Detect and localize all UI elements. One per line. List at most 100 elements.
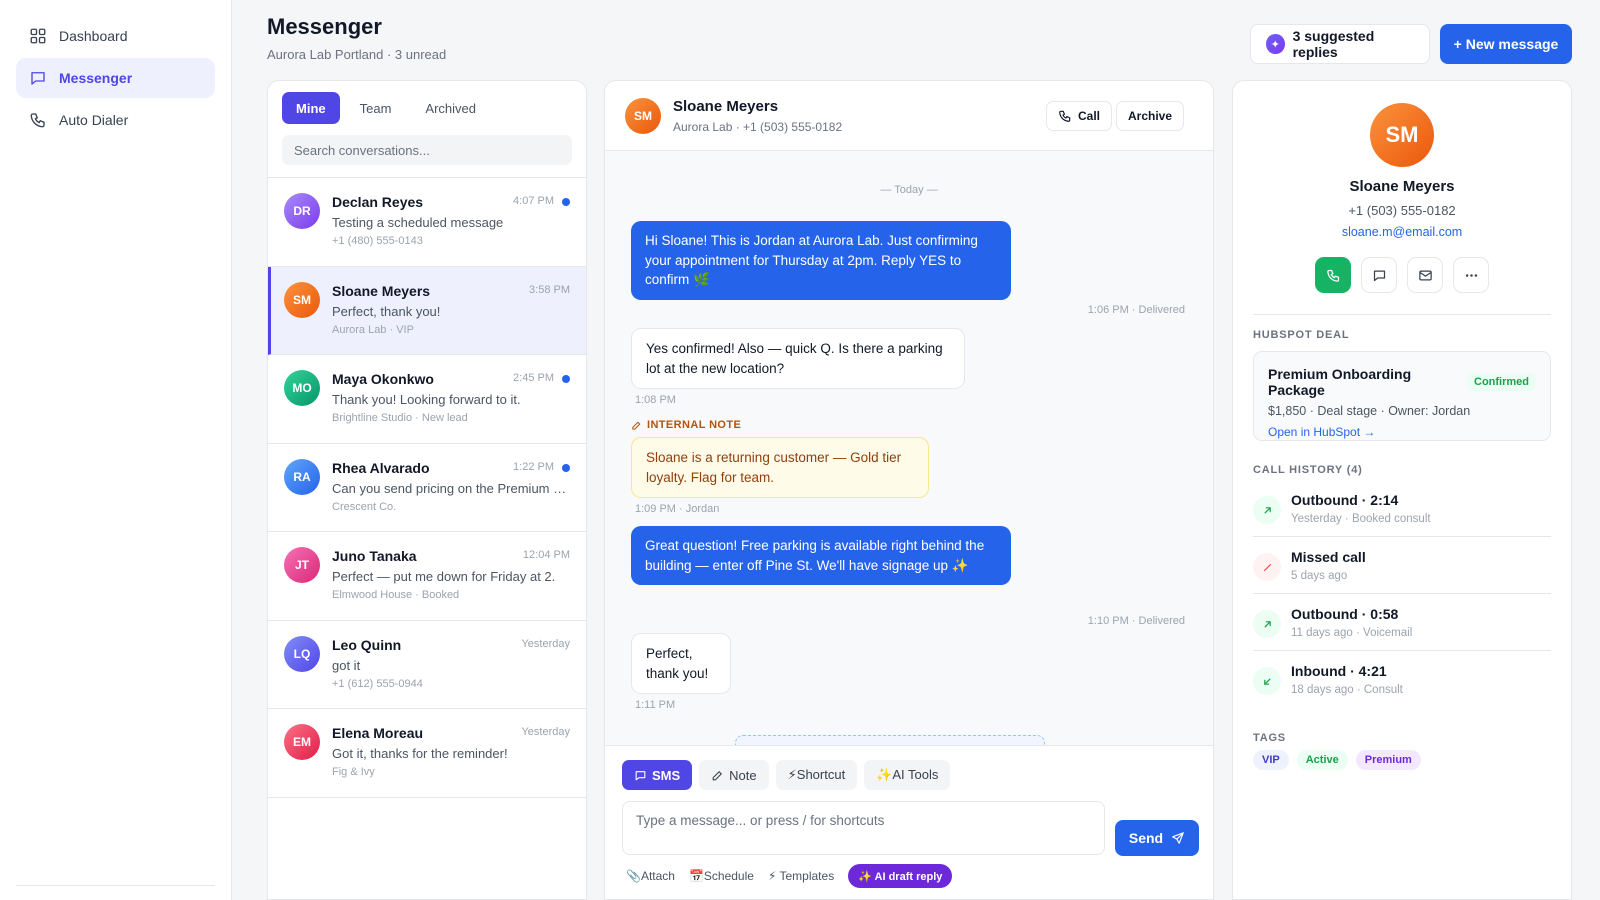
conversation-item[interactable]: RA Rhea Alvarado 1:22 PM Can you send prici…: [268, 444, 586, 532]
attach-button[interactable]: 📎Attach: [626, 869, 675, 883]
conversation-item[interactable]: LQ Leo Quinn Yesterday got it +1 (612) 555-0…: [268, 621, 586, 709]
conversation-time: 3:58 PM: [529, 283, 570, 296]
search-input[interactable]: [294, 142, 560, 158]
open-hubspot-link[interactable]: Open in HubSpot →: [1268, 425, 1536, 439]
chat-contact-name: Sloane Meyers: [673, 98, 779, 115]
contact-more-button[interactable]: [1453, 257, 1489, 293]
sidebar-item-messenger[interactable]: Messenger: [16, 58, 215, 98]
unread-dot: [562, 463, 570, 472]
conversation-item[interactable]: SM Sloane Meyers 3:58 PM Perfect, thank you…: [268, 266, 586, 355]
sidebar-divider: [16, 885, 215, 886]
message-timestamp: 1:10 PM · Delivered: [1087, 615, 1185, 627]
call-history-item[interactable]: Missed call 5 days ago: [1253, 538, 1551, 594]
contact-message-button[interactable]: [1361, 257, 1397, 293]
sidebar-item-dashboard[interactable]: Dashboard: [16, 16, 215, 56]
schedule-button[interactable]: 📅Schedule: [689, 869, 754, 883]
conversation-meta: Brightline Studio · New lead: [332, 412, 468, 424]
inbound-call-icon: [1263, 677, 1271, 685]
incoming-message: Perfect, thank you!: [631, 633, 731, 694]
internal-note: Sloane is a returning customer — Gold ti…: [631, 437, 929, 498]
deal-card: Premium Onboarding Package Confirmed $1,…: [1253, 351, 1551, 441]
call-label: Call: [1078, 109, 1101, 123]
phone-icon: [1326, 269, 1339, 282]
composer-tab-note[interactable]: Note: [699, 760, 769, 790]
call-title: Outbound · 0:58: [1291, 606, 1399, 622]
message-timestamp: 1:06 PM · Delivered: [1087, 304, 1185, 316]
call-title: Missed call: [1291, 549, 1366, 565]
conversation-panel: Mine Team Archived DRDeclan Reyes4:07 PM…: [267, 80, 587, 900]
composer-tab-label: SMS: [652, 767, 681, 783]
conversation-item[interactable]: JT Juno Tanaka 12:04 PM Perfect — put me do…: [268, 532, 586, 621]
internal-note-label: INTERNAL NOTE: [631, 419, 741, 431]
mail-icon: [1418, 270, 1432, 280]
suggested-replies-button[interactable]: ✦ 3 suggested replies: [1250, 24, 1430, 64]
composer-tabs: SMS Note ⚡Shortcut ✨AI Tools: [622, 760, 951, 790]
composer-tab-label: Note: [729, 767, 757, 783]
pencil-icon: [632, 421, 641, 430]
sidebar: Dashboard Messenger Auto Dialer: [0, 0, 232, 900]
page-subtitle: Aurora Lab Portland · 3 unread: [267, 47, 447, 62]
call-type-badge: [1253, 553, 1281, 581]
call-type-badge: [1253, 610, 1281, 638]
call-meta: 18 days ago · Consult: [1291, 684, 1403, 696]
sparkle-icon: ✦: [1266, 34, 1285, 54]
page-title: Messenger: [267, 14, 382, 39]
composer-tab-shortcut[interactable]: ⚡Shortcut: [775, 760, 858, 790]
templates-button[interactable]: ⚡ Templates: [768, 869, 834, 883]
status-badge: Confirmed: [1467, 373, 1536, 391]
call-meta: Yesterday · Booked consult: [1291, 513, 1431, 525]
conversation-time: 1:22 PM: [513, 460, 554, 473]
contact-call-button[interactable]: [1315, 257, 1351, 293]
conversation-item[interactable]: DR Declan Reyes 4:07 PM Testing a scheduled…: [268, 178, 586, 267]
tab-team[interactable]: Team: [346, 92, 406, 124]
call-history-item[interactable]: Inbound · 4:21 18 days ago · Consult: [1253, 652, 1551, 708]
conversation-time: 2:45 PM: [513, 372, 554, 384]
call-history-item[interactable]: Outbound · 0:58 11 days ago · Voicemail: [1253, 595, 1551, 651]
avatar: DR: [284, 193, 320, 229]
contact-email[interactable]: sloane.m@email.com: [1233, 225, 1571, 239]
archive-button[interactable]: Archive: [1116, 101, 1185, 131]
avatar: RA: [284, 458, 320, 495]
sidebar-item-label: Auto Dialer: [59, 112, 129, 128]
deal-title: Premium Onboarding Package: [1268, 366, 1412, 398]
call-meta: 11 days ago · Voicemail: [1291, 627, 1413, 639]
tag-vip[interactable]: VIP: [1253, 750, 1289, 770]
conversation-time: Yesterday: [521, 637, 570, 650]
ai-draft-reply-button[interactable]: ✨ AI draft reply: [848, 864, 953, 888]
call-button[interactable]: Call: [1046, 101, 1113, 131]
avatar: SM: [284, 281, 320, 318]
conversation-preview: Got it, thanks for the reminder!: [332, 746, 508, 761]
call-history-label: CALL HISTORY (4): [1253, 464, 1363, 476]
new-message-button[interactable]: + New message: [1440, 24, 1572, 64]
avatar: LQ: [284, 635, 320, 672]
divider: [1253, 314, 1551, 315]
conversation-item[interactable]: EM Elena Moreau Yesterday Got it, thanks fo…: [268, 709, 586, 798]
conversation-preview: Perfect, thank you!: [332, 303, 441, 319]
contact-actions: [1315, 257, 1489, 293]
call-type-badge: [1253, 496, 1281, 524]
contact-email-button[interactable]: [1407, 257, 1443, 293]
tag-active[interactable]: Active: [1296, 750, 1348, 770]
sidebar-item-auto-dialer[interactable]: Auto Dialer: [16, 100, 215, 140]
grid-icon: [30, 28, 46, 44]
tab-archived[interactable]: Archived: [411, 92, 490, 124]
sidebar-item-label: Dashboard: [59, 28, 128, 44]
composer-tab-ai-tools[interactable]: ✨AI Tools: [864, 760, 951, 790]
conversation-meta: +1 (612) 555-0944: [332, 677, 423, 690]
conversation-preview: Thank you! Looking forward to it.: [332, 392, 521, 407]
call-title: Inbound · 4:21: [1291, 663, 1387, 679]
tab-mine[interactable]: Mine: [282, 92, 340, 124]
search-box: [282, 135, 572, 165]
send-button[interactable]: Send: [1115, 820, 1199, 856]
send-icon: [1172, 832, 1184, 844]
conversation-meta: +1 (480) 555-0143: [332, 235, 423, 247]
conversation-item[interactable]: MO Maya Okonkwo 2:45 PM Thank you! Looking …: [268, 355, 586, 444]
chat-icon: [31, 72, 45, 85]
outbound-call-icon: [1263, 506, 1271, 514]
message-timestamp: 1:09 PM · Jordan: [635, 503, 720, 515]
composer-tab-sms[interactable]: SMS: [622, 760, 693, 790]
call-history-item[interactable]: Outbound · 2:14 Yesterday · Booked consul…: [1253, 481, 1551, 537]
message-input[interactable]: [622, 801, 1105, 855]
avatar: MO: [284, 370, 320, 406]
tag-premium[interactable]: Premium: [1355, 750, 1421, 770]
